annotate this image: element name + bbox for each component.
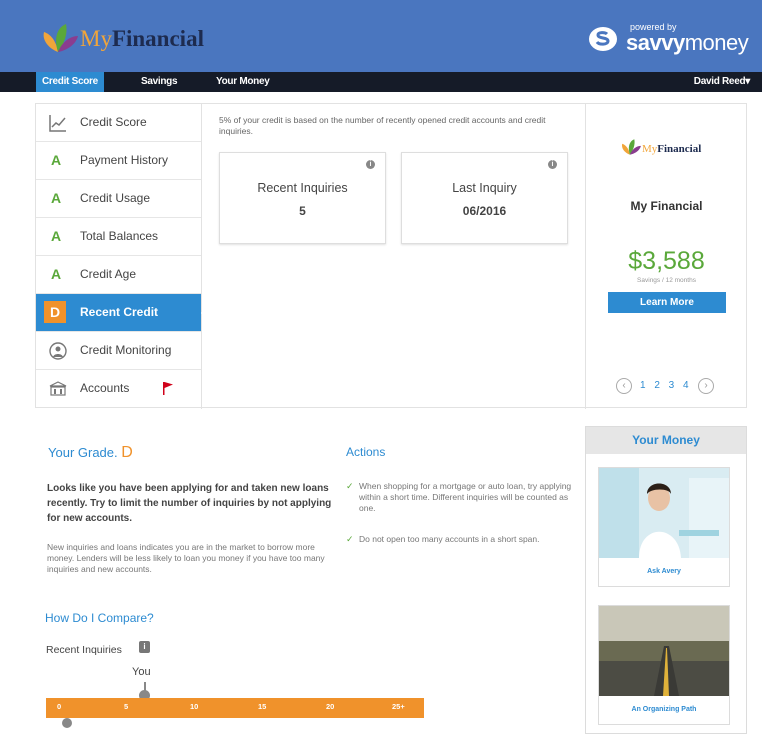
sidebar-item-label: Credit Age bbox=[80, 267, 137, 281]
promo-title: My Financial bbox=[630, 199, 703, 213]
main-nav: Credit Score Savings Your Money David Re… bbox=[0, 72, 762, 92]
grade-badge: A bbox=[50, 266, 62, 282]
checkmark-icon: ✓ bbox=[346, 481, 354, 491]
savvymoney-logo-icon bbox=[589, 27, 617, 51]
user-name: David Reed bbox=[693, 76, 746, 87]
article-caption[interactable]: An Organizing Path bbox=[599, 706, 729, 713]
chevron-left-icon[interactable]: ‹ bbox=[616, 378, 632, 394]
page: MyFinancial powered by savvymoney Credit… bbox=[0, 0, 762, 734]
savvymoney-wordmark: savvymoney bbox=[626, 30, 749, 55]
bank-icon bbox=[49, 381, 67, 396]
article-caption[interactable]: Ask Avery bbox=[599, 568, 729, 575]
compare-heading[interactable]: How Do I Compare? bbox=[45, 611, 154, 625]
sidebar-item-label: Credit Score bbox=[80, 115, 147, 129]
nav-your-money[interactable]: Your Money bbox=[216, 72, 270, 92]
info-icon[interactable]: i bbox=[366, 160, 375, 169]
sidebar-item-label: Credit Usage bbox=[80, 191, 151, 205]
grade-badge: A bbox=[50, 190, 62, 206]
nav-savings[interactable]: Savings bbox=[141, 72, 178, 92]
advisor-photo-icon bbox=[599, 468, 729, 558]
grade-badge: A bbox=[50, 152, 62, 168]
scale-tick: 10 bbox=[190, 702, 199, 711]
sidebar-item-recent-credit[interactable]: D Recent Credit bbox=[36, 294, 209, 332]
user-menu[interactable]: David Reed▾ bbox=[694, 72, 750, 92]
promo-pager: ‹ 1 2 3 4 › bbox=[616, 378, 726, 396]
sidebar-item-credit-score[interactable]: Credit Score bbox=[36, 104, 201, 142]
checkmark-icon: ✓ bbox=[346, 534, 354, 544]
chevron-right-icon[interactable]: › bbox=[698, 378, 714, 394]
article-image bbox=[599, 606, 729, 696]
scale-tick: 20 bbox=[326, 702, 335, 711]
compare-metric-label: Recent Inquiries bbox=[46, 644, 122, 656]
chevron-down-icon: ▾ bbox=[745, 76, 750, 87]
compare-scale-bar: 0 5 10 15 20 25+ bbox=[46, 698, 424, 718]
line-chart-icon bbox=[49, 115, 66, 132]
sidebar-item-label: Accounts bbox=[80, 381, 130, 395]
page-numbers[interactable]: 1 2 3 4 bbox=[640, 380, 692, 391]
article-card-organizing-path[interactable]: An Organizing Path bbox=[598, 605, 730, 725]
average-marker-dot bbox=[62, 718, 72, 728]
myfinancial-logo[interactable]: MyFinancial bbox=[40, 20, 240, 56]
monitor-person-icon bbox=[49, 342, 67, 360]
grade-detail: New inquiries and loans indicates you ar… bbox=[47, 542, 325, 574]
scale-tick: 5 bbox=[124, 702, 129, 711]
grade-heading: Your Grade. D bbox=[48, 444, 133, 461]
sidebar-item-label: Total Balances bbox=[80, 229, 159, 243]
sidebar-item-label: Credit Monitoring bbox=[80, 343, 172, 357]
last-inquiry-card: i Last Inquiry 06/2016 bbox=[401, 152, 568, 244]
grade-badge: D bbox=[44, 301, 66, 323]
sidebar-item-total-balances[interactable]: A Total Balances bbox=[36, 218, 201, 256]
promo-amount: $3,588 bbox=[628, 247, 705, 275]
leaf-logo-icon bbox=[43, 24, 78, 52]
grade-badge: A bbox=[50, 228, 62, 244]
sidebar-item-label: Payment History bbox=[80, 153, 169, 167]
your-money-panel: Your Money Ask Avery An Organizing Path bbox=[585, 426, 747, 734]
card-value: 06/2016 bbox=[462, 204, 507, 218]
credit-panel: Credit Score A Payment History A Credit … bbox=[35, 103, 747, 409]
credit-sidebar: Credit Score A Payment History A Credit … bbox=[36, 104, 209, 409]
recent-inquiries-card: i Recent Inquiries 5 bbox=[219, 152, 386, 244]
flag-icon bbox=[163, 382, 173, 395]
info-icon[interactable]: i bbox=[139, 641, 150, 653]
sidebar-item-credit-monitoring[interactable]: Credit Monitoring bbox=[36, 332, 201, 370]
promo-logo-text: MyFinancial bbox=[642, 143, 702, 155]
sidebar-item-label: Recent Credit bbox=[80, 305, 159, 319]
you-marker-label: You bbox=[132, 666, 151, 678]
actions-heading: Actions bbox=[346, 445, 386, 459]
scale-tick: 15 bbox=[258, 702, 267, 711]
scale-tick: 0 bbox=[57, 702, 62, 711]
article-card-ask-avery[interactable]: Ask Avery bbox=[598, 467, 730, 587]
sidebar-item-credit-age[interactable]: A Credit Age bbox=[36, 256, 201, 294]
scale-tick: 25+ bbox=[392, 702, 405, 711]
card-value: 5 bbox=[299, 204, 306, 218]
sidebar-item-credit-usage[interactable]: A Credit Usage bbox=[36, 180, 201, 218]
grade-letter: D bbox=[121, 444, 133, 461]
your-money-heading: Your Money bbox=[586, 427, 746, 454]
factor-description: 5% of your credit is based on the number… bbox=[219, 115, 546, 136]
promo-logo: MyFinancial bbox=[620, 136, 720, 162]
leaf-logo-icon bbox=[621, 139, 641, 155]
sidebar-item-accounts[interactable]: Accounts bbox=[36, 370, 201, 408]
logo-text: MyFinancial bbox=[80, 26, 204, 51]
card-title: Recent Inquiries bbox=[257, 181, 348, 195]
promo-panel: MyFinancial My Financial $3,588 Savings … bbox=[585, 104, 747, 409]
article-image bbox=[599, 468, 729, 558]
sidebar-item-payment-history[interactable]: A Payment History bbox=[36, 142, 201, 180]
info-icon[interactable]: i bbox=[548, 160, 557, 169]
road-photo-icon bbox=[599, 606, 729, 696]
grade-explanation: Looks like you have been applying for an… bbox=[47, 483, 332, 524]
nav-credit-score[interactable]: Credit Score bbox=[36, 72, 104, 92]
powered-by-savvymoney: powered by savvymoney bbox=[588, 22, 749, 58]
recent-credit-detail: 5% of your credit is based on the number… bbox=[202, 104, 585, 409]
promo-amount-caption: Savings / 12 months bbox=[637, 277, 696, 284]
learn-more-button[interactable]: Learn More bbox=[608, 292, 726, 313]
card-title: Last Inquiry bbox=[452, 181, 517, 195]
app-header: MyFinancial powered by savvymoney bbox=[0, 0, 762, 72]
